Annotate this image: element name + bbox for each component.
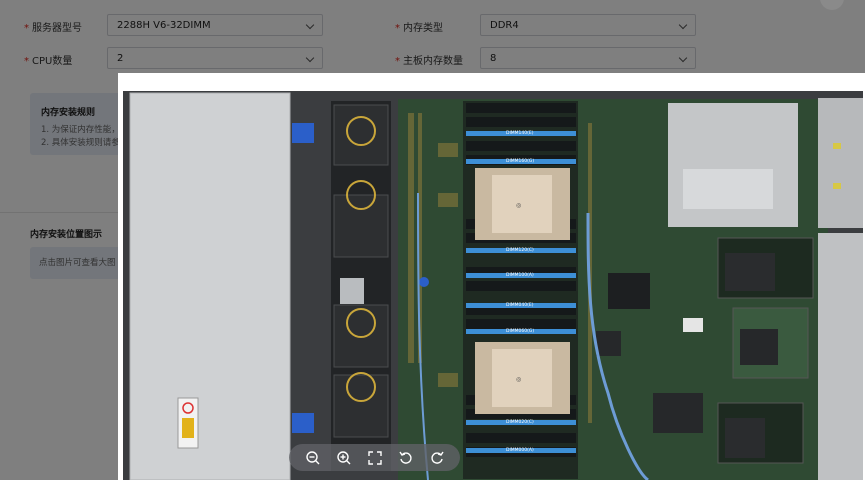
cpu-logo: ◎ [516, 202, 521, 209]
rotate-left-icon[interactable] [395, 447, 417, 469]
server-board-image: ◎ ◎ DIMM140(E) DIMM160(G) DIMM120(C) DIMM10… [118, 73, 865, 480]
zoom-in-icon[interactable] [333, 447, 355, 469]
zoom-out-icon[interactable] [302, 447, 324, 469]
cpu-logo: ◎ [516, 376, 521, 383]
blue-latch [292, 123, 314, 143]
chip [608, 273, 650, 309]
metal-bracket [340, 278, 364, 304]
dimm-slot-label: DIMM000(A) [506, 447, 534, 453]
dimm-slot-label: DIMM140(E) [506, 130, 534, 136]
server-board-illustration: ◎ ◎ DIMM140(E) DIMM160(G) DIMM120(C) DIMM10… [118, 73, 865, 480]
dimm-slot-label: DIMM120(C) [506, 247, 534, 253]
viewer-toolbar [289, 444, 460, 471]
chip [653, 393, 703, 433]
dimm-slot-label: DIMM020(C) [506, 419, 534, 425]
riser-card [818, 233, 863, 480]
dimm-slot-label: DIMM040(E) [506, 302, 534, 308]
fullscreen-icon[interactable] [364, 447, 386, 469]
rotate-right-icon[interactable] [426, 447, 448, 469]
screw-icon [419, 277, 429, 287]
dimm-slot-label: DIMM100(A) [506, 272, 534, 278]
blue-latch [292, 413, 314, 433]
dimm-slot-label: DIMM060(G) [506, 328, 534, 334]
front-panel [130, 93, 290, 480]
dimm-slot-label: DIMM160(G) [506, 158, 534, 164]
